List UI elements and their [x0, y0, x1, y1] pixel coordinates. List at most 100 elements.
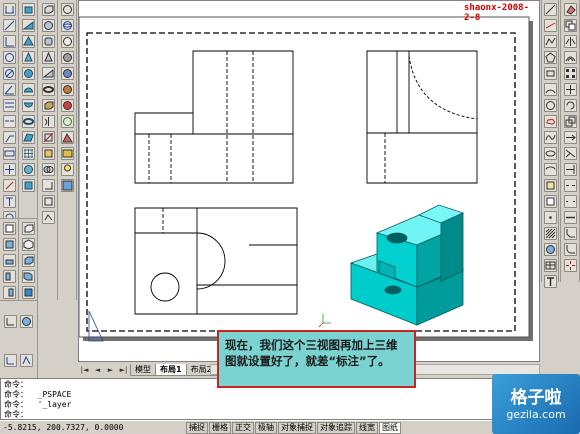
- paper-model-toggle[interactable]: 图纸: [379, 421, 401, 434]
- se-isometric-icon[interactable]: [21, 270, 35, 283]
- circle-icon[interactable]: [543, 99, 557, 112]
- break-at-point-icon[interactable]: [563, 179, 577, 192]
- mirror-icon[interactable]: [563, 35, 577, 48]
- tab-nav-first-button[interactable]: |◄: [78, 364, 91, 376]
- pyramid-surface-icon[interactable]: [21, 35, 35, 48]
- 3d-wireframe-icon[interactable]: [60, 19, 74, 32]
- materials-icon[interactable]: [60, 179, 74, 192]
- polygon-icon[interactable]: [543, 51, 557, 64]
- stretch-icon[interactable]: [563, 131, 577, 144]
- 3d-mesh-icon[interactable]: [21, 147, 35, 160]
- left-view-icon[interactable]: [2, 270, 16, 283]
- extrude-icon[interactable]: [41, 99, 55, 112]
- offset-icon[interactable]: [563, 51, 577, 64]
- ucs-origin-icon[interactable]: [4, 353, 17, 367]
- setup-drawing-icon[interactable]: [41, 179, 55, 192]
- arc-icon[interactable]: [543, 83, 557, 96]
- dimension-linear-icon[interactable]: [2, 3, 16, 16]
- named-views-icon[interactable]: [2, 222, 16, 235]
- tab-nav-next-button[interactable]: ►: [104, 364, 117, 376]
- tabulated-surface-icon[interactable]: [21, 179, 35, 192]
- box-solid-icon[interactable]: [41, 3, 55, 16]
- line-icon[interactable]: [543, 3, 557, 16]
- cone-solid-icon[interactable]: [41, 51, 55, 64]
- sphere-solid-icon[interactable]: [41, 19, 55, 32]
- dome-surface-icon[interactable]: [21, 83, 35, 96]
- table-icon[interactable]: [543, 259, 557, 272]
- hatch-icon[interactable]: [543, 227, 557, 240]
- command-prompt[interactable]: 命令：: [4, 410, 536, 419]
- bottom-view-icon[interactable]: [2, 254, 16, 267]
- interfere-icon[interactable]: [41, 163, 55, 176]
- otrack-toggle[interactable]: 对象追踪: [317, 421, 355, 434]
- dimension-radius-icon[interactable]: [2, 51, 16, 64]
- front-view-icon[interactable]: [21, 222, 35, 235]
- dimension-aligned-icon[interactable]: [2, 19, 16, 32]
- polar-toggle[interactable]: 极轴: [255, 421, 277, 434]
- right-view-icon[interactable]: [2, 286, 16, 299]
- dimension-text-edit-icon[interactable]: [2, 195, 16, 208]
- top-view-icon[interactable]: [2, 238, 16, 251]
- setup-view-icon[interactable]: [41, 195, 55, 208]
- rectangle-icon[interactable]: [543, 67, 557, 80]
- scale-icon[interactable]: [563, 115, 577, 128]
- leader-icon[interactable]: [2, 131, 16, 144]
- cursor-coordinates[interactable]: -5.8215, 200.7327, 0.0000: [0, 423, 186, 432]
- flat-shaded-icon[interactable]: [60, 51, 74, 64]
- ellipse-icon[interactable]: [543, 147, 557, 160]
- dimension-angular-icon[interactable]: [2, 83, 16, 96]
- 3d-face-icon[interactable]: [21, 131, 35, 144]
- ucs-world-icon[interactable]: [20, 315, 33, 329]
- point-icon[interactable]: [543, 211, 557, 224]
- dimension-edit-icon[interactable]: [2, 179, 16, 192]
- grid-toggle[interactable]: 栅格: [209, 421, 231, 434]
- construction-line-icon[interactable]: [543, 19, 557, 32]
- ucs-icon[interactable]: [4, 315, 17, 329]
- tab-layout1[interactable]: 布局1: [155, 364, 187, 376]
- array-icon[interactable]: [563, 67, 577, 80]
- 3d-orbit-icon[interactable]: [60, 115, 74, 128]
- revolve-icon[interactable]: [41, 115, 55, 128]
- paper-space-viewport[interactable]: shaonx-2008-2-8: [78, 0, 540, 362]
- break-icon[interactable]: [563, 195, 577, 208]
- insert-block-icon[interactable]: [543, 179, 557, 192]
- snap-toggle[interactable]: 捕捉: [186, 421, 208, 434]
- box-surface-icon[interactable]: [21, 3, 35, 16]
- tab-nav-last-button[interactable]: ►|: [117, 364, 130, 376]
- copy-icon[interactable]: [563, 19, 577, 32]
- fillet-icon[interactable]: [563, 243, 577, 256]
- wedge-solid-icon[interactable]: [41, 67, 55, 80]
- polyline-icon[interactable]: [543, 35, 557, 48]
- revolved-surface-icon[interactable]: [21, 163, 35, 176]
- wedge-surface-icon[interactable]: [21, 19, 35, 32]
- flat-shaded-edges-icon[interactable]: [60, 83, 74, 96]
- slice-icon[interactable]: [41, 131, 55, 144]
- tab-nav-prev-button[interactable]: ◄: [91, 364, 104, 376]
- ne-isometric-icon[interactable]: [21, 286, 35, 299]
- center-mark-icon[interactable]: [2, 163, 16, 176]
- sphere-surface-icon[interactable]: [21, 67, 35, 80]
- join-icon[interactable]: [563, 211, 577, 224]
- scenes-icon[interactable]: [60, 147, 74, 160]
- move-icon[interactable]: [563, 83, 577, 96]
- setup-profile-icon[interactable]: [41, 211, 55, 224]
- ucs-3point-icon[interactable]: [20, 353, 33, 367]
- lights-icon[interactable]: [60, 163, 74, 176]
- region-icon[interactable]: [543, 243, 557, 256]
- lineweight-toggle[interactable]: 线宽: [356, 421, 378, 434]
- gouraud-shaded-icon[interactable]: [60, 67, 74, 80]
- hidden-icon[interactable]: [60, 35, 74, 48]
- torus-solid-icon[interactable]: [41, 83, 55, 96]
- back-view-icon[interactable]: [21, 238, 35, 251]
- dish-surface-icon[interactable]: [21, 99, 35, 112]
- erase-icon[interactable]: [563, 3, 577, 16]
- 2d-wireframe-icon[interactable]: [60, 3, 74, 16]
- gouraud-edges-icon[interactable]: [60, 99, 74, 112]
- dimension-continue-icon[interactable]: [2, 115, 16, 128]
- multiline-text-icon[interactable]: [543, 275, 557, 288]
- explode-icon[interactable]: [563, 259, 577, 272]
- tab-model[interactable]: 模型: [130, 364, 156, 376]
- ellipse-arc-icon[interactable]: [543, 163, 557, 176]
- chamfer-icon[interactable]: [563, 227, 577, 240]
- dimension-diameter-icon[interactable]: [2, 67, 16, 80]
